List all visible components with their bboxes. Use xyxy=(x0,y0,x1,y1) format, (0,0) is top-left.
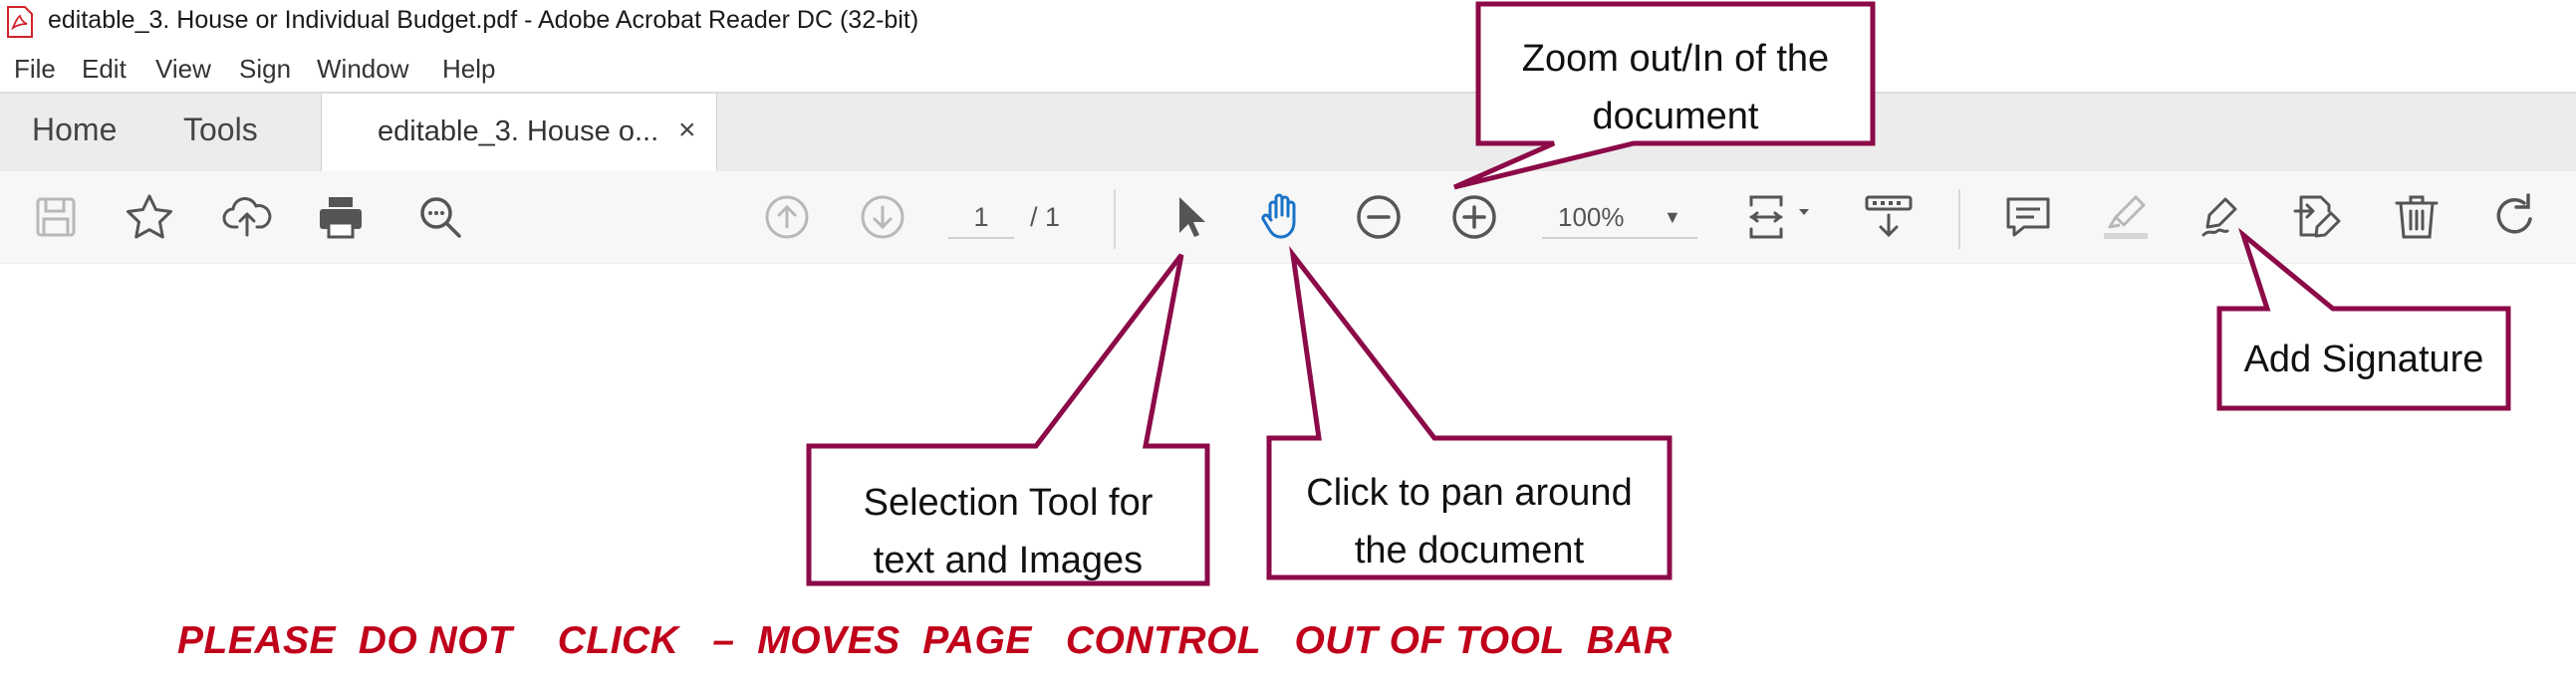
hand-pan-icon xyxy=(1261,193,1296,239)
menu-window[interactable]: Window xyxy=(317,54,408,85)
page-number-input[interactable]: 1 xyxy=(948,197,1014,239)
zoom-out-icon xyxy=(1357,195,1401,239)
toolbar-divider xyxy=(1958,189,1960,249)
delete-icon xyxy=(2395,195,2439,239)
callout-line: document xyxy=(1592,96,1759,137)
callout-line: Click to pan around xyxy=(1306,472,1633,514)
menu-file[interactable]: File xyxy=(14,54,56,85)
hand-tool-button[interactable] xyxy=(1253,189,1309,245)
bookmark-button[interactable] xyxy=(122,189,177,245)
bookmark-star-icon xyxy=(127,194,172,239)
menu-help[interactable]: Help xyxy=(442,54,495,85)
rotate-button[interactable] xyxy=(2486,189,2542,245)
page-up-icon xyxy=(765,195,809,239)
callout-line: Zoom out/In of the xyxy=(1521,38,1830,80)
page-total: / 1 xyxy=(1030,202,1061,232)
print-icon xyxy=(320,197,362,239)
scrolling-mode-button[interactable] xyxy=(1861,189,1917,245)
edit-pdf-button[interactable] xyxy=(2291,189,2347,245)
save-button[interactable] xyxy=(28,189,84,245)
comment-button[interactable] xyxy=(2000,189,2056,245)
previous-page-button[interactable] xyxy=(759,189,815,245)
rotate-icon xyxy=(2496,193,2532,234)
callout-line: Add Signature xyxy=(2243,339,2484,380)
zoom-in-button[interactable] xyxy=(1446,189,1502,245)
pdf-file-icon xyxy=(7,6,33,38)
signature-callout-text: Add Signature xyxy=(2221,331,2506,388)
print-button[interactable] xyxy=(313,189,369,245)
zoom-level-value: 100% xyxy=(1558,202,1625,232)
highlight-icon xyxy=(2104,195,2148,239)
delete-button[interactable] xyxy=(2389,189,2445,245)
zoom-in-icon xyxy=(1452,195,1496,239)
tab-document[interactable]: editable_3. House o... × xyxy=(321,94,717,173)
callout-line: Selection Tool for xyxy=(863,482,1154,524)
menu-sign[interactable]: Sign xyxy=(239,54,291,85)
page-fit-button[interactable] xyxy=(1743,189,1823,245)
pan-callout-text: Click to pan around the document xyxy=(1271,464,1668,579)
toolbar-divider xyxy=(1114,189,1116,249)
share-upload-button[interactable] xyxy=(219,189,275,245)
close-tab-icon[interactable]: × xyxy=(678,114,696,147)
warning-message: PLEASE DO NOT CLICK – MOVES PAGE CONTROL… xyxy=(177,619,1673,662)
selection-tool-button[interactable] xyxy=(1159,189,1215,245)
title-bar: editable_3. House or Individual Budget.p… xyxy=(0,0,2576,44)
highlight-button[interactable] xyxy=(2098,189,2154,245)
menu-edit[interactable]: Edit xyxy=(82,54,127,85)
callout-line: text and Images xyxy=(873,540,1144,581)
find-button[interactable] xyxy=(412,189,468,245)
zoom-level-select[interactable]: 100% ▼ xyxy=(1542,197,1697,239)
toolbar: 1 / 1 100% ▼ xyxy=(0,171,2576,264)
edit-pdf-icon xyxy=(2293,195,2341,238)
menu-bar: File Edit View Sign Window Help xyxy=(0,48,2576,92)
callout-line: the document xyxy=(1354,530,1585,571)
window-title: editable_3. House or Individual Budget.p… xyxy=(48,6,919,34)
comment-icon xyxy=(2006,197,2050,237)
menu-view[interactable]: View xyxy=(155,54,211,85)
cloud-upload-icon xyxy=(222,197,272,237)
tab-bar: Home Tools editable_3. House o... × xyxy=(0,92,2576,173)
chevron-down-icon: ▼ xyxy=(1664,207,1681,227)
fill-sign-button[interactable] xyxy=(2191,189,2247,245)
zoom-callout-text: Zoom out/In of the document xyxy=(1480,30,1871,145)
select-cursor-icon xyxy=(1179,197,1205,237)
save-icon xyxy=(36,197,76,237)
sign-pen-icon xyxy=(2201,197,2237,237)
zoom-out-button[interactable] xyxy=(1351,189,1407,245)
selection-callout-text: Selection Tool for text and Images xyxy=(811,474,1205,589)
search-zoom-icon xyxy=(420,197,461,238)
next-page-button[interactable] xyxy=(855,189,910,245)
fit-page-icon xyxy=(1749,195,1809,239)
tab-tools[interactable]: Tools xyxy=(183,112,258,148)
document-tab-label: editable_3. House o... xyxy=(378,115,659,147)
tab-home[interactable]: Home xyxy=(32,112,117,148)
page-down-icon xyxy=(861,195,904,239)
scroll-mode-icon xyxy=(1865,195,1913,238)
